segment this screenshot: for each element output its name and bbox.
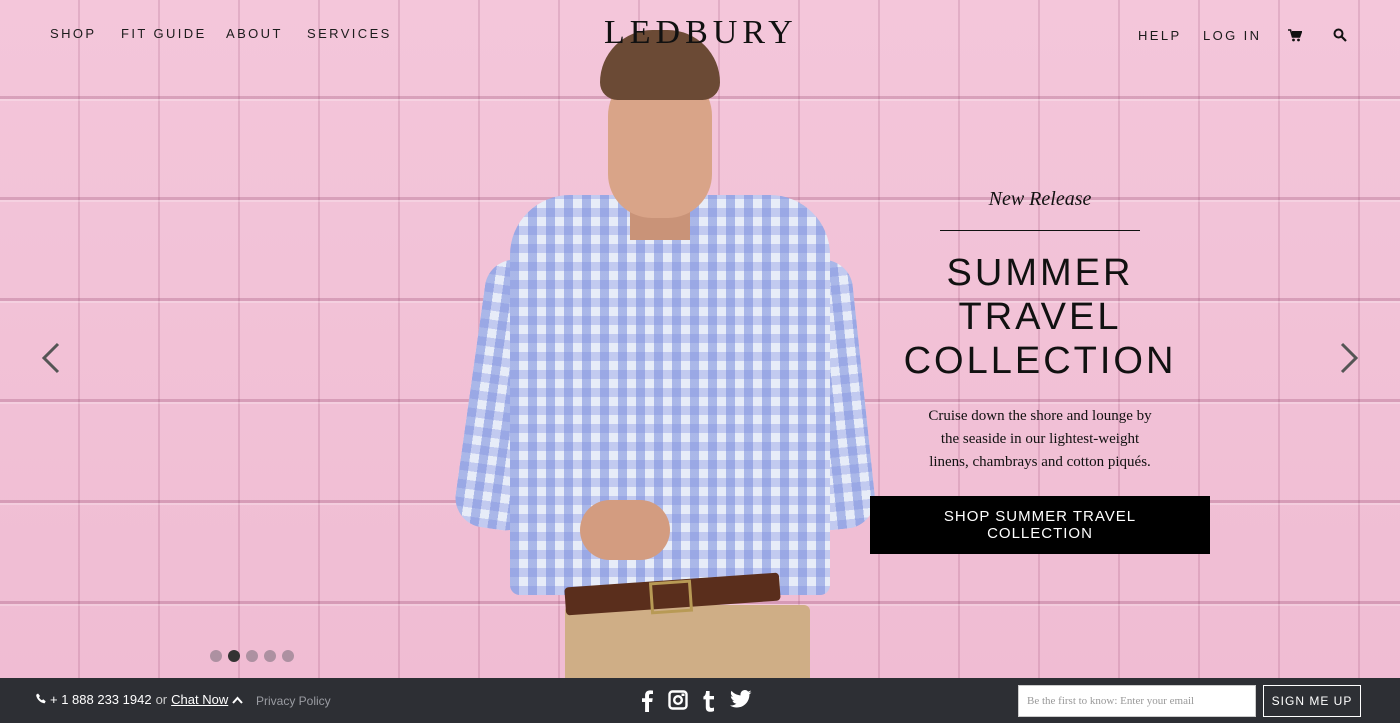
facebook-icon[interactable] [640,690,654,717]
shop-collection-button[interactable]: SHOP SUMMER TRAVEL COLLECTION [870,496,1210,554]
nav-login[interactable]: LOG IN [1203,28,1261,43]
or-text: or [155,692,168,707]
model-shirt [510,195,830,595]
carousel-dots [210,650,294,662]
phone-icon [36,692,46,707]
promo-title: SUMMER TRAVEL COLLECTION [870,251,1210,383]
chat-now-link[interactable]: Chat Now [171,692,228,707]
hero-model-image [451,30,878,678]
hero-banner: SHOP FIT GUIDE ABOUT SERVICES LEDBURY HE… [0,0,1400,678]
chevron-up-icon[interactable] [232,692,243,707]
carousel-dot-1[interactable] [210,650,222,662]
chevron-right-icon[interactable] [1334,340,1364,376]
sign-me-up-button[interactable]: SIGN ME UP [1263,685,1361,717]
promo-title-line2: COLLECTION [903,340,1177,382]
model-pants [565,605,810,678]
promo-divider [940,230,1140,231]
search-icon[interactable] [1333,28,1347,47]
promo-panel: New Release SUMMER TRAVEL COLLECTION Cru… [870,180,1210,554]
cart-icon[interactable] [1288,29,1303,47]
nav-about[interactable]: ABOUT [226,26,283,41]
nav-fit-guide[interactable]: FIT GUIDE [121,26,207,41]
carousel-dot-3[interactable] [246,650,258,662]
carousel-dot-2[interactable] [228,650,240,662]
carousel-dot-4[interactable] [264,650,276,662]
model-belt-buckle [648,579,694,615]
twitter-icon[interactable] [730,690,752,717]
phone-number[interactable]: + 1 888 233 1942 [50,692,152,707]
tumblr-icon[interactable] [702,690,716,717]
nav-services[interactable]: SERVICES [307,26,392,41]
promo-title-line1: SUMMER TRAVEL [946,252,1134,338]
social-links [640,690,752,717]
nav-shop[interactable]: SHOP [50,26,96,41]
instagram-icon[interactable] [668,690,688,717]
email-field[interactable] [1018,685,1256,717]
footer-bar: + 1 888 233 1942 or Chat Now Privacy Pol… [0,678,1400,723]
chevron-left-icon[interactable] [38,340,68,376]
contact-info: + 1 888 233 1942 or Chat Now [36,692,243,707]
privacy-policy-link[interactable]: Privacy Policy [256,694,331,708]
promo-description: Cruise down the shore and lounge by the … [928,408,1152,470]
nav-help[interactable]: HELP [1138,28,1182,43]
promo-kicker: New Release [988,188,1092,210]
model-hand [580,500,670,560]
carousel-dot-5[interactable] [282,650,294,662]
brand-logo[interactable]: LEDBURY [604,14,798,52]
